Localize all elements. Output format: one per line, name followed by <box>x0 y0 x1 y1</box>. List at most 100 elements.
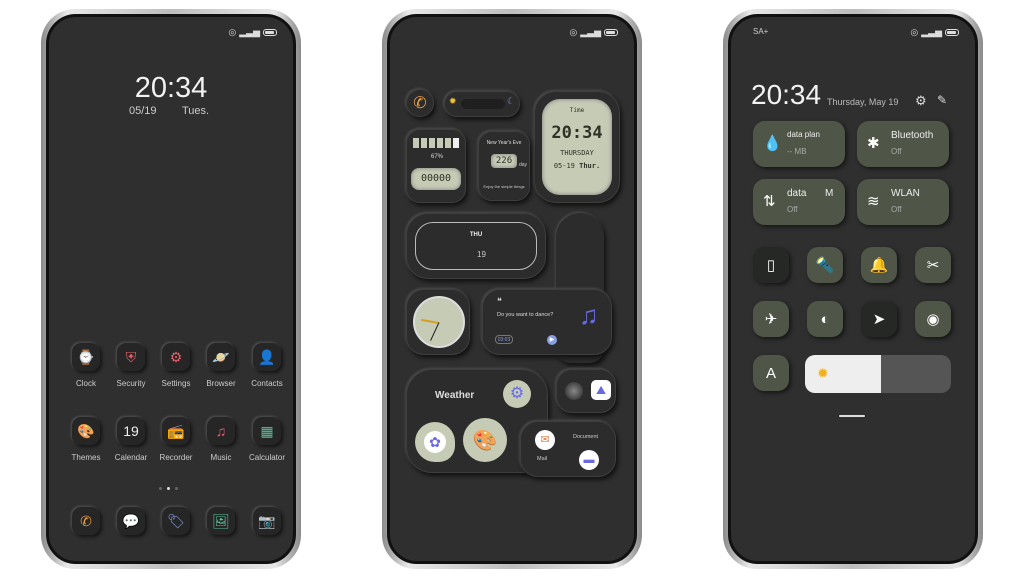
message-icon: 💬 <box>117 507 145 535</box>
music-widget[interactable]: ❝ Do you want to dance? 03:03 ▶ ♫ <box>482 289 612 355</box>
app-label: Music <box>210 453 232 462</box>
app-label: Calculator <box>248 453 285 462</box>
auto-brightness-label: A <box>765 364 776 382</box>
app-calculator[interactable]: ▦ Calculator <box>244 417 290 462</box>
tile-status: Off <box>891 147 902 156</box>
shield-icon: ⛨ <box>117 343 145 371</box>
document-label: Document <box>573 434 599 440</box>
tile-title: data <box>787 188 807 199</box>
music-note-icon: ♫ <box>579 300 599 330</box>
moon-icon: ☾ <box>507 96 516 106</box>
tile-bluetooth[interactable]: ✱ Bluetooth Off <box>857 121 949 167</box>
eye-toggle[interactable]: ◉ <box>915 301 951 337</box>
app-calendar[interactable]: 19 Calendar <box>108 417 154 462</box>
app-settings[interactable]: ⚙ Settings <box>153 343 199 388</box>
tile-status: Off <box>787 205 798 214</box>
page-indicator[interactable] <box>159 487 178 490</box>
lcd-day: THURSDAY <box>560 149 594 157</box>
alarm-icon: ◎ <box>910 27 919 37</box>
home-date: 05/19 <box>129 105 157 117</box>
tile-wlan[interactable]: ≋ WLAN Off <box>857 179 949 225</box>
watch-icon: ⌚ <box>72 343 100 371</box>
bell-toggle[interactable]: 🔔 <box>861 247 897 283</box>
status-bar: ◎ ▂▃▅ <box>228 27 277 38</box>
app-security[interactable]: ⛨ Security <box>108 343 154 388</box>
dock-phone[interactable]: ✆ <box>63 507 109 535</box>
vibrate-toggle[interactable]: ▯ <box>753 247 789 283</box>
time-widget[interactable]: Time 20:34 THURSDAY 05-19 Thur. <box>534 91 620 203</box>
radio-icon: 📻 <box>162 417 190 445</box>
dock-tag[interactable]: 🏷 <box>153 507 199 535</box>
tile-status: Off <box>891 205 902 214</box>
contrast-icon: ◐ <box>820 310 830 328</box>
days-unit: day <box>519 162 528 168</box>
tile-status: -- MB <box>787 147 807 156</box>
mail-icon[interactable]: ✉ <box>535 430 555 450</box>
app-browser[interactable]: 🪐 Browser <box>198 343 244 388</box>
settings-icon[interactable]: ⚙ <box>915 93 927 109</box>
dock-message[interactable]: 💬 <box>108 507 154 535</box>
lcd-weekday: Thur. <box>579 162 601 170</box>
dock-camera[interactable]: 📷 <box>244 507 290 535</box>
event-subtitle: Enjoy the simple things <box>483 184 525 189</box>
play-button[interactable]: ▶ <box>547 335 557 345</box>
drag-handle[interactable] <box>839 415 865 417</box>
alarm-icon: ◎ <box>569 27 578 37</box>
tile-title: Bluetooth <box>891 130 934 141</box>
battery-icon <box>604 29 618 36</box>
airplane-icon: ✈ <box>764 311 778 328</box>
battery-icon <box>945 29 959 36</box>
mail-document-widget[interactable]: ✉ Mail Document ▬ <box>520 421 616 477</box>
home-screen: ◎ ▂▃▅ 20:34 05/19 Tues. ⌚ Clock ⛨ Security ⚙ S… <box>46 14 296 564</box>
auto-brightness-button[interactable]: A <box>753 355 789 391</box>
brightness-slider[interactable]: ✹ <box>805 355 951 393</box>
app-music[interactable]: ♫ Music <box>198 417 244 462</box>
app-recorder[interactable]: 📻 Recorder <box>153 417 199 462</box>
dock-gallery[interactable]: 🖼 <box>198 507 244 535</box>
day-night-toggle-widget[interactable]: ✹ ☾ <box>444 91 520 117</box>
screenshot-icon: ✂ <box>926 257 940 274</box>
app-label: Browser <box>206 379 236 388</box>
days-count: 226 <box>491 154 517 168</box>
qs-time: 20:34 <box>751 79 822 110</box>
countdown-widget[interactable]: New Year's Eve 226 day Enjoy the simple … <box>478 131 530 201</box>
calendar-widget[interactable]: THU 19 <box>406 213 546 279</box>
event-name: New Year's Eve <box>486 140 522 146</box>
bell-icon: 🔔 <box>869 257 889 274</box>
mail-label: Mail <box>537 456 548 462</box>
location-toggle[interactable]: ➤ <box>861 301 897 337</box>
tile-data-plan[interactable]: 💧 data plan -- MB <box>753 121 845 167</box>
contrast-toggle[interactable]: ◐ <box>807 301 843 337</box>
alarm-icon: ◎ <box>228 27 237 37</box>
gallery-widget[interactable]: ⛰ <box>556 369 616 413</box>
palette-icon: 🎨 <box>72 417 100 445</box>
gallery-icon: ⛰ <box>591 380 611 400</box>
screenshot-toggle[interactable]: ✂ <box>915 247 951 283</box>
app-label: Themes <box>71 453 101 462</box>
airplane-toggle[interactable]: ✈ <box>753 301 789 337</box>
folder-icon[interactable]: ▬ <box>579 450 599 470</box>
phone-widget[interactable]: ✆ <box>406 89 434 117</box>
song-quote: Do you want to dance? <box>497 312 554 318</box>
app-contacts[interactable]: 👤 Contacts <box>244 343 290 388</box>
contacts-icon: 👤 <box>253 343 281 371</box>
edit-icon[interactable]: ✎ <box>937 93 947 107</box>
phone-home-screen: ◎ ▂▃▅ 20:34 05/19 Tues. ⌚ Clock ⛨ Security ⚙ S… <box>41 9 301 569</box>
phone-widgets-screen: ◎ ▂▃▅ ✆ ✹ ☾ Time 20:34 THURSDAY 05-19 Thur… <box>382 9 642 569</box>
settings-bubble-icon[interactable]: ⚙ <box>503 380 531 408</box>
battery-steps-widget[interactable]: 67% 00000 <box>406 129 466 203</box>
flashlight-toggle[interactable]: 🔦 <box>807 247 843 283</box>
home-weekday: Tues. <box>182 105 210 117</box>
clock-face <box>413 296 465 348</box>
vibrate-icon: ▯ <box>766 257 776 274</box>
tile-title: WLAN <box>891 188 920 199</box>
tile-data[interactable]: ⇅ data M Off <box>753 179 845 225</box>
lcd-date: 05-19 <box>553 162 575 170</box>
themes-palette-icon[interactable]: 🎨 <box>473 428 498 453</box>
phone-control-center: SA+ ◎ ▂▃▅ 20:34 Thursday, May 19 ⚙ ✎ 💧 da… <box>723 9 983 569</box>
status-bar: ◎ ▂▃▅ <box>569 27 618 38</box>
analog-clock-widget[interactable] <box>406 289 470 355</box>
app-themes[interactable]: 🎨 Themes <box>63 417 109 462</box>
app-clock[interactable]: ⌚ Clock <box>63 343 109 388</box>
video-icon[interactable]: ✿ <box>424 431 446 453</box>
